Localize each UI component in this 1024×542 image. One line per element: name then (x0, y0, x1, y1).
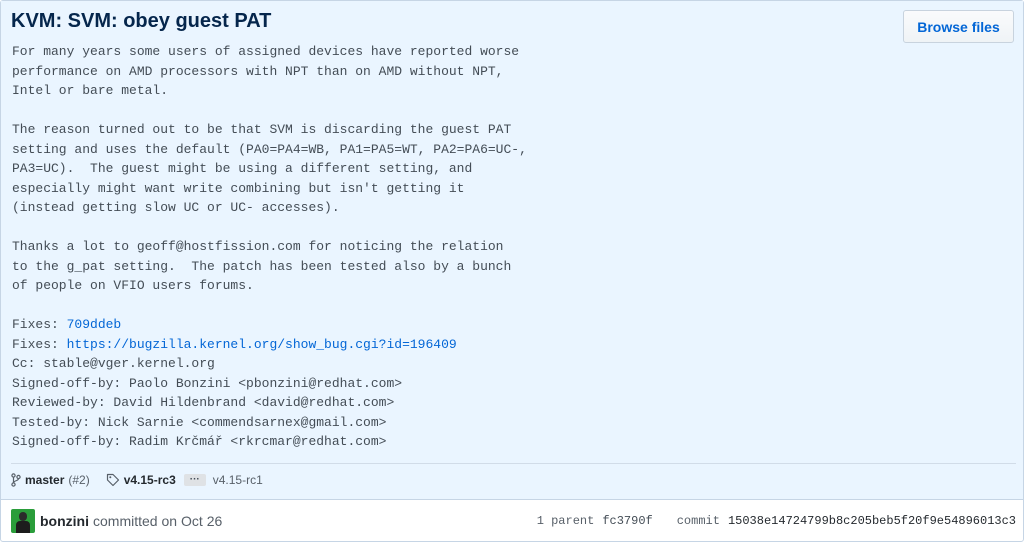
commit-title: KVM: SVM: obey guest PAT (11, 10, 272, 32)
parent-label: 1 parent (536, 514, 595, 528)
user-avatar[interactable] (11, 509, 35, 533)
description-line: (instead getting slow UC or UC- accesses… (12, 200, 340, 215)
description-line: Intel or bare metal. (12, 83, 169, 98)
description-line: performance on AMD processors with NPT t… (12, 63, 504, 79)
description-line: of people on VFIO users forums. (12, 278, 254, 293)
branch-link[interactable]: master (25, 473, 64, 487)
commit-date: Oct 26 (181, 513, 223, 529)
fixes-label: Fixes: (12, 336, 67, 352)
description-line: For many years some users of assigned de… (12, 44, 520, 59)
branch-tag-row: master (#2) v4.15-rc3 ··· v4.15-rc1 (11, 471, 263, 489)
tag-first-link[interactable]: v4.15-rc3 (124, 473, 176, 487)
description-line: Signed-off-by: Radim Krčmář <rkrcmar@red… (12, 434, 387, 449)
git-branch-icon (11, 473, 21, 487)
parent-sha-link[interactable]: fc3790f (602, 514, 652, 528)
description-line: Fixes: https://bugzilla.kernel.org/show_… (12, 335, 892, 355)
description-line: especially might want write combining bu… (12, 180, 465, 196)
commit-meta: bonzini committed on Oct 26 1 parent fc3… (11, 509, 1016, 533)
description-line: PA3=UC). The guest might be using a diff… (12, 161, 473, 176)
commit-sha: 15038e14724799b8c205beb5f20f9e54896013c3 (727, 514, 1016, 528)
description-line (12, 218, 892, 238)
commit-sha-info: 1 parent fc3790f commit 15038e14724799b8… (537, 509, 1016, 533)
pull-request-link[interactable]: (#2) (68, 473, 89, 487)
description-line: Reviewed-by: David Hildenbrand <david@re… (12, 395, 395, 410)
description-line: Fixes: 709ddeb (12, 315, 892, 335)
fixes-link[interactable]: https://bugzilla.kernel.org/show_bug.cgi… (67, 337, 457, 352)
divider (11, 463, 1016, 464)
commit-label: commit (676, 514, 720, 528)
commit-box: KVM: SVM: obey guest PAT Browse files Fo… (0, 0, 1024, 542)
description-line: setting and uses the default (PA0=PA4=WB… (12, 141, 527, 157)
fixes-link[interactable]: 709ddeb (67, 317, 122, 332)
description-line: to the g_pat setting. The patch has been… (12, 258, 512, 274)
description-line (12, 296, 892, 316)
browse-files-button[interactable]: Browse files (903, 10, 1014, 43)
description-line: Signed-off-by: Paolo Bonzini <pbonzini@r… (12, 375, 403, 391)
author-link[interactable]: bonzini (40, 513, 89, 529)
tag-icon (106, 473, 120, 487)
description-line (12, 101, 892, 121)
committed-label: committed on (93, 513, 178, 529)
tags-expand-button[interactable]: ··· (183, 474, 206, 486)
commit-description: For many years some users of assigned de… (12, 42, 892, 452)
description-line: Cc: stable@vger.kernel.org (12, 356, 215, 371)
tag-last-link[interactable]: v4.15-rc1 (213, 473, 263, 487)
commit-header: KVM: SVM: obey guest PAT Browse files Fo… (1, 1, 1023, 500)
description-line: Thanks a lot to geoff@hostfission.com fo… (12, 239, 504, 254)
description-line: Tested-by: Nick Sarnie <commendsarnex@gm… (12, 414, 387, 430)
description-line: The reason turned out to be that SVM is … (12, 122, 512, 137)
fixes-label: Fixes: (12, 317, 67, 332)
